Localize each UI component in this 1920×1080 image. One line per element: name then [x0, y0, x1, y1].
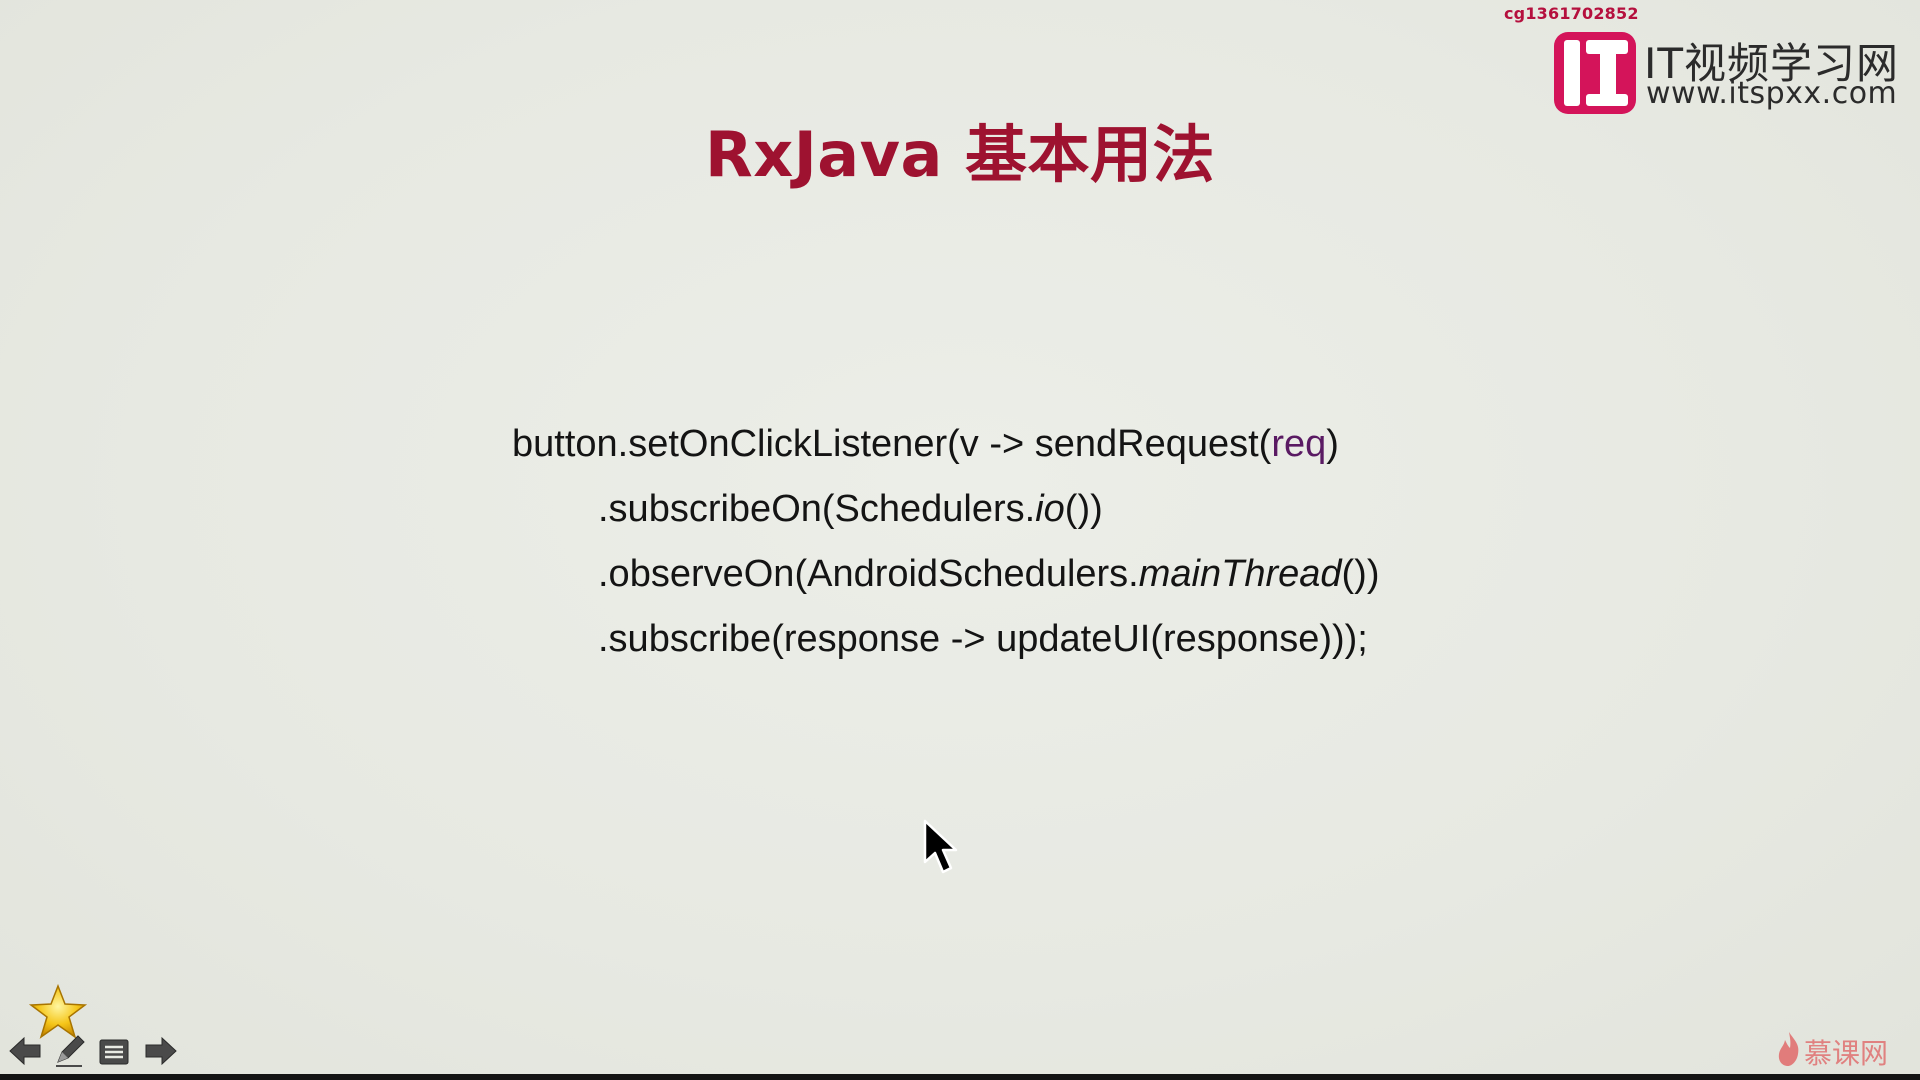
code-snippet: button.setOnClickListener(v -> sendReque… — [512, 412, 1379, 672]
code-line-1-before: button.setOnClickListener(v -> sendReque… — [512, 423, 1272, 465]
imooc-brand-watermark: 慕课网 — [1776, 1030, 1916, 1070]
code-line-3: .observeOn(AndroidSchedulers.mainThread(… — [512, 542, 1379, 607]
flame-icon — [1778, 1032, 1799, 1066]
code-line-2: .subscribeOn(Schedulers.io()) — [512, 477, 1379, 542]
itspxx-logo-icon — [1554, 32, 1636, 114]
site-logo: IT视频学习网 www.itspxx.com — [1554, 30, 1910, 114]
code-line-2-italic: io — [1035, 488, 1065, 530]
code-line-1: button.setOnClickListener(v -> sendReque… — [512, 412, 1379, 477]
code-line-3-italic: mainThread — [1138, 553, 1342, 595]
code-line-2-before: .subscribeOn(Schedulers. — [598, 488, 1036, 530]
bottom-strip — [0, 1074, 1920, 1080]
code-line-1-variable: req — [1271, 423, 1327, 465]
next-arrow-icon[interactable] — [144, 1036, 178, 1066]
mouse-pointer-icon — [923, 819, 958, 874]
code-line-3-before: .observeOn(AndroidSchedulers. — [598, 553, 1139, 595]
presentation-slide: cg1361702852 IT视频学习网 www.itspxx.com RxJa… — [0, 0, 1920, 1074]
slideshow-toolbar — [6, 984, 186, 1068]
imooc-brand-text: 慕课网 — [1804, 1037, 1889, 1070]
code-line-2-after: ()) — [1064, 488, 1103, 530]
previous-arrow-icon[interactable] — [8, 1036, 42, 1066]
watermark-user-id: cg1361702852 — [1504, 4, 1639, 23]
code-line-3-after: ()) — [1341, 553, 1380, 595]
code-line-1-after: ) — [1326, 423, 1339, 465]
code-line-4: .subscribe(response -> updateUI(response… — [598, 618, 1368, 660]
slide-title: RxJava 基本用法 — [705, 118, 1215, 191]
slide-menu-icon[interactable] — [98, 1038, 130, 1066]
pen-icon[interactable] — [52, 1032, 88, 1068]
